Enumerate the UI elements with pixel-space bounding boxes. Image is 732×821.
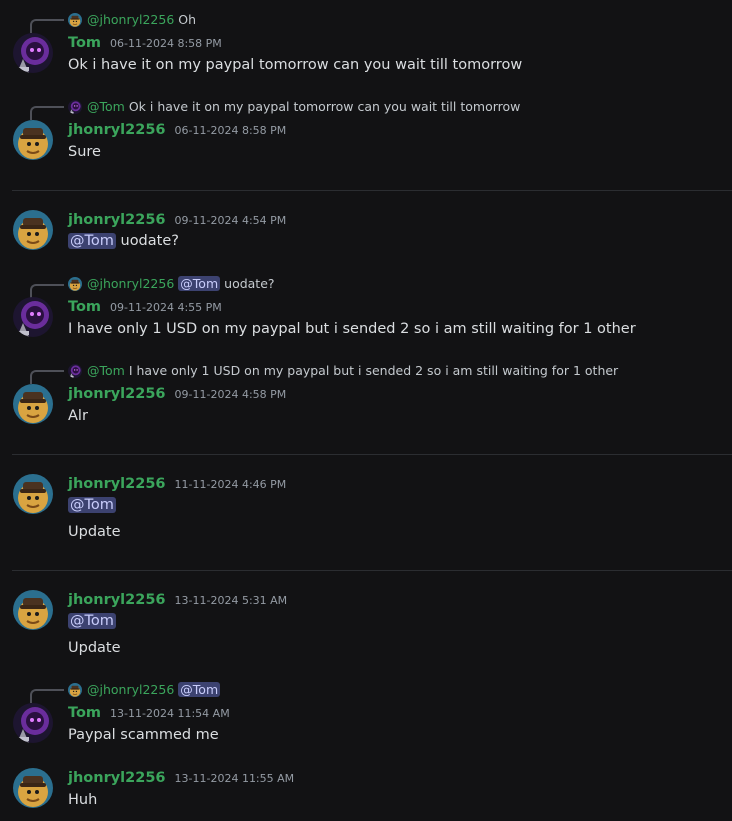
timestamp: 13-11-2024 11:54 AM: [110, 707, 230, 720]
reply-text: Ok i have it on my paypal tomorrow can y…: [128, 99, 521, 114]
user-mention[interactable]: @Tom: [68, 613, 116, 629]
reply-author[interactable]: @Tom: [87, 99, 125, 114]
reply-mention[interactable]: @Tom: [178, 276, 221, 291]
avatar[interactable]: [13, 297, 53, 337]
reply-author[interactable]: @jhonryl2256: [87, 12, 174, 27]
message-content: @Tom: [68, 613, 116, 629]
avatar[interactable]: [13, 703, 53, 743]
reply-text: uodate?: [224, 276, 275, 291]
username[interactable]: Tom: [68, 299, 101, 315]
reply-connector: [30, 284, 64, 298]
reply-preview[interactable]: @jhonryl2256 @Tom: [68, 682, 221, 697]
timestamp: 06-11-2024 8:58 PM: [110, 37, 222, 50]
username[interactable]: jhonryl2256: [68, 770, 166, 786]
reply-avatar-icon: [68, 277, 82, 291]
message-content: I have only 1 USD on my paypal but i sen…: [68, 321, 636, 337]
reply-connector: [30, 689, 64, 703]
reply-connector: [30, 370, 64, 384]
date-divider: [12, 454, 732, 455]
message-header: jhonryl2256 09-11-2024 4:58 PM: [68, 386, 286, 402]
username[interactable]: jhonryl2256: [68, 386, 166, 402]
date-divider: [12, 570, 732, 571]
message-content: Sure: [68, 144, 101, 160]
avatar[interactable]: [13, 384, 53, 424]
user-mention[interactable]: @Tom: [68, 233, 116, 249]
username[interactable]: jhonryl2256: [68, 476, 166, 492]
timestamp: 09-11-2024 4:54 PM: [174, 214, 287, 227]
message-text: Update: [68, 640, 121, 656]
message-content: Ok i have it on my paypal tomorrow can y…: [68, 57, 523, 73]
timestamp: 13-11-2024 5:31 AM: [174, 594, 288, 607]
reply-preview[interactable]: @Tom Ok i have it on my paypal tomorrow …: [68, 99, 520, 114]
reply-avatar-icon: [68, 100, 82, 114]
reply-text: I have only 1 USD on my paypal but i sen…: [128, 363, 619, 378]
reply-preview[interactable]: @jhonryl2256 @Tom uodate?: [68, 276, 275, 291]
timestamp: 09-11-2024 4:55 PM: [110, 301, 222, 314]
reply-preview[interactable]: @Tom I have only 1 USD on my paypal but …: [68, 363, 618, 378]
reply-avatar-icon: [68, 13, 82, 27]
timestamp: 11-11-2024 4:46 PM: [174, 478, 287, 491]
message-header: jhonryl2256 13-11-2024 5:31 AM: [68, 592, 287, 608]
message-content: @Tom: [68, 497, 116, 513]
reply-text: Oh: [178, 12, 197, 27]
username[interactable]: Tom: [68, 35, 101, 51]
message-content: Paypal scammed me: [68, 727, 219, 743]
message-content: Huh: [68, 792, 98, 808]
avatar[interactable]: [13, 590, 53, 630]
timestamp: 09-11-2024 4:58 PM: [174, 388, 287, 401]
username[interactable]: Tom: [68, 705, 101, 721]
avatar[interactable]: [13, 210, 53, 250]
avatar[interactable]: [13, 33, 53, 73]
message-header: Tom 13-11-2024 11:54 AM: [68, 705, 230, 721]
reply-avatar-icon: [68, 364, 82, 378]
username[interactable]: jhonryl2256: [68, 212, 166, 228]
reply-connector: [30, 106, 64, 120]
avatar[interactable]: [13, 474, 53, 514]
date-divider: [12, 190, 732, 191]
message-content: @Tom uodate?: [68, 233, 179, 249]
user-mention[interactable]: @Tom: [68, 497, 116, 513]
message-content: Alr: [68, 408, 88, 424]
message-header: jhonryl2256 11-11-2024 4:46 PM: [68, 476, 286, 492]
username[interactable]: jhonryl2256: [68, 592, 166, 608]
reply-avatar-icon: [68, 683, 82, 697]
timestamp: 06-11-2024 8:58 PM: [174, 124, 287, 137]
reply-mention[interactable]: @Tom: [178, 682, 221, 697]
timestamp: 13-11-2024 11:55 AM: [174, 772, 295, 785]
message-header: Tom 06-11-2024 8:58 PM: [68, 35, 222, 51]
message-header: jhonryl2256 09-11-2024 4:54 PM: [68, 212, 286, 228]
reply-author[interactable]: @Tom: [87, 363, 125, 378]
message-header: jhonryl2256 06-11-2024 8:58 PM: [68, 122, 286, 138]
message-header: Tom 09-11-2024 4:55 PM: [68, 299, 222, 315]
message-text: Update: [68, 524, 121, 540]
reply-author[interactable]: @jhonryl2256: [87, 276, 174, 291]
reply-author[interactable]: @jhonryl2256: [87, 682, 174, 697]
username[interactable]: jhonryl2256: [68, 122, 166, 138]
reply-connector: [30, 19, 64, 33]
reply-preview[interactable]: @jhonryl2256 Oh: [68, 12, 196, 27]
avatar[interactable]: [13, 120, 53, 160]
message-text: uodate?: [120, 233, 179, 249]
avatar[interactable]: [13, 768, 53, 808]
message-header: jhonryl2256 13-11-2024 11:55 AM: [68, 770, 294, 786]
